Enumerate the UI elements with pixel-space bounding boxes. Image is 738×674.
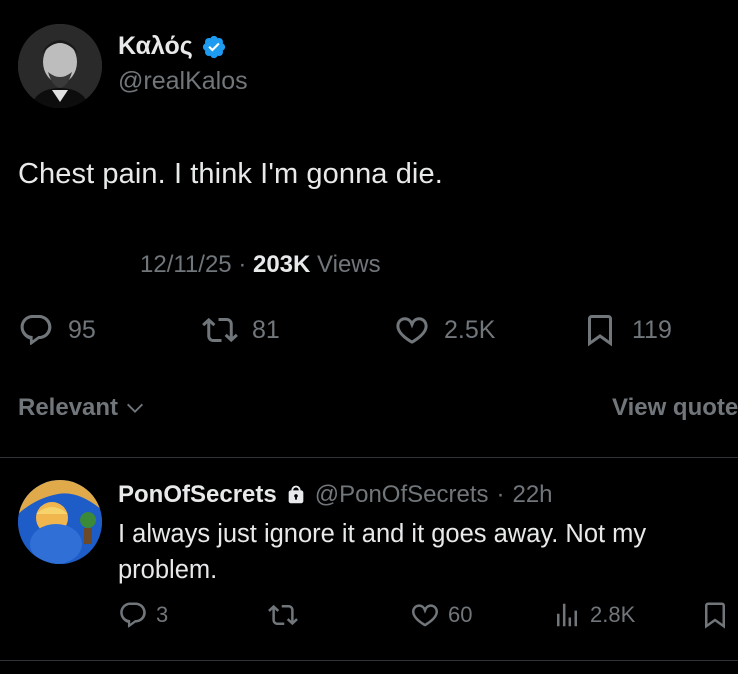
heart-icon [396,317,428,344]
verified-badge-icon [202,35,225,58]
reply-text: I always just ignore it and it goes away… [118,520,647,584]
heart-icon [412,604,438,627]
reply-separator: · [496,481,505,508]
reply-bookmark-button[interactable] [700,600,730,630]
repost-button[interactable]: 81 [202,312,280,348]
reply-count: 95 [68,315,96,344]
like-button[interactable]: 2.5K [394,312,495,348]
tweet-meta: 12/11/25 · 203K Views [140,251,381,279]
bookmark-count: 119 [632,315,672,344]
reply-time[interactable]: 22h [512,481,552,509]
sort-label: Relevant [18,394,119,421]
tweet-text: Chest pain. I think I'm gonna die. [18,158,443,190]
reply-icon [120,602,146,628]
reply-author[interactable]: PonOfSecrets @PonOfSecrets · 22h [118,481,553,509]
chevron-down-icon [127,403,144,413]
reply-author-handle[interactable]: @PonOfSecrets [315,481,489,509]
bookmark-button[interactable]: 119 [582,312,672,348]
repost-icon [268,604,298,626]
author-name[interactable]: Καλός [118,32,227,61]
reply-views-button[interactable]: 2.8K [552,600,635,630]
tweet-date[interactable]: 12/11/25 [140,251,232,278]
reply-like-button[interactable]: 60 [410,600,472,630]
author-avatar[interactable] [18,24,102,108]
reply-icon [20,315,52,346]
bookmark-icon [705,602,725,629]
sort-relevant-dropdown[interactable]: Relevant [18,394,146,422]
repost-count: 81 [252,315,280,344]
divider [0,660,738,661]
reply-like-count: 60 [448,602,473,627]
reply-button[interactable]: 95 [18,312,96,348]
reply-author-name: PonOfSecrets [118,481,277,508]
reply-views-count: 2.8K [590,602,636,627]
views-count: 203K [252,251,311,278]
author-name-text: Καλός [118,32,193,60]
view-quotes-link[interactable]: View quotes [612,394,738,422]
reply-reply-button[interactable]: 3 [118,600,168,630]
meta-separator: · [238,251,247,278]
repost-icon [202,317,238,343]
analytics-icon [557,603,577,627]
like-count: 2.5K [444,315,496,344]
author-handle[interactable]: @realKalos [118,67,248,96]
reply-avatar[interactable] [18,480,102,564]
reply-repost-button[interactable] [268,600,298,630]
views-label: Views [317,251,381,278]
lock-icon [288,485,304,504]
bookmark-icon [588,315,612,347]
divider [0,457,738,458]
reply-reply-count: 3 [156,602,169,627]
